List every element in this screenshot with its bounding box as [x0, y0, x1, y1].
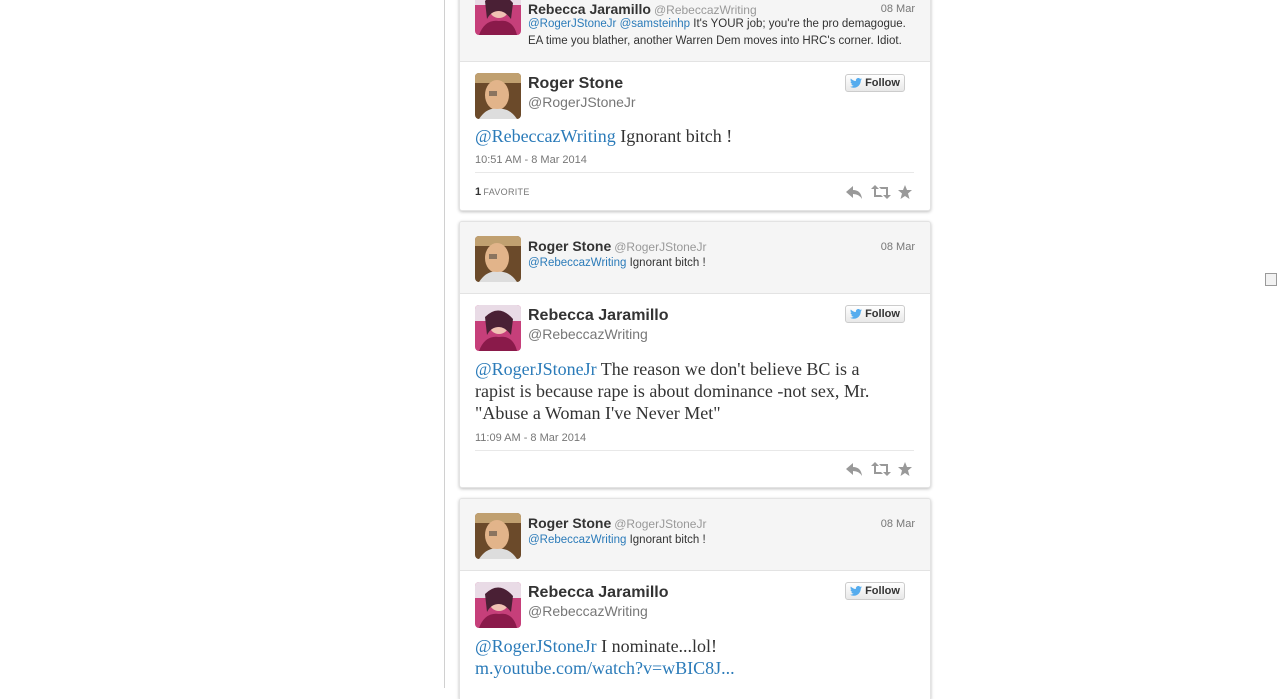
favorite-star-icon[interactable] [897, 461, 913, 482]
favorites-label: FAVORITE [483, 187, 530, 197]
avatar-roger[interactable] [475, 513, 521, 559]
page-scrollbar[interactable] [1262, 0, 1280, 688]
author-handle[interactable]: @RogerJStoneJr [614, 240, 706, 254]
favorites-count[interactable]: 1 FAVORITE [475, 186, 530, 198]
embedded-tweet-3: Roger Stone @RogerJStoneJr 08 Mar @Rebecc… [459, 498, 931, 699]
mention-link[interactable]: @RogerJStoneJr [475, 636, 597, 656]
avatar-roger[interactable] [475, 73, 521, 119]
parent-tweet-text: @RebeccazWriting Ignorant bitch ! [528, 532, 908, 549]
favorite-star-icon[interactable] [897, 184, 913, 205]
tweet-text: @RogerJStoneJr I nominate...lol! m.youtub… [475, 635, 895, 679]
follow-label: Follow [865, 585, 900, 597]
tweet-actions [845, 184, 915, 202]
embedded-tweet-2: Roger Stone @RogerJStoneJr 08 Mar @Rebecc… [459, 221, 931, 488]
twitter-bird-icon [850, 586, 863, 596]
mention-link[interactable]: @samsteinhp [620, 18, 690, 30]
parent-date[interactable]: 08 Mar [881, 241, 915, 253]
author-name[interactable]: Rebecca Jaramillo [528, 1, 651, 17]
tweet-timestamp[interactable]: 10:51 AM - 8 Mar 2014 [475, 154, 587, 166]
mention-link[interactable]: @RebeccazWriting [528, 534, 626, 546]
follow-label: Follow [865, 77, 900, 89]
twitter-bird-icon [850, 309, 863, 319]
tweet-author-handle[interactable]: @RebeccazWriting [528, 603, 648, 619]
tweet-text: @RebeccazWriting Ignorant bitch ! [475, 125, 895, 147]
mention-link[interactable]: @RebeccazWriting [528, 257, 626, 269]
author-handle[interactable]: @RebeccazWriting [654, 3, 757, 17]
parent-author-name[interactable]: Roger Stone @RogerJStoneJr [528, 515, 706, 531]
reply-icon[interactable] [845, 461, 863, 482]
follow-button[interactable]: Follow [845, 74, 905, 92]
tweet-text: Ignorant bitch ! [629, 257, 706, 269]
tweet-author-handle[interactable]: @RogerJStoneJr [528, 94, 636, 110]
parent-tweet[interactable]: Roger Stone @RogerJStoneJr 08 Mar @Rebecc… [460, 499, 930, 571]
reply-icon[interactable] [845, 184, 863, 205]
author-handle[interactable]: @RogerJStoneJr [614, 517, 706, 531]
favorites-number: 1 [475, 186, 482, 198]
parent-tweet-text: @RebeccazWriting Ignorant bitch ! [528, 255, 908, 272]
tweet-text: Ignorant bitch ! [629, 534, 706, 546]
tweet-timestamp[interactable]: 11:09 AM - 8 Mar 2014 [475, 432, 586, 444]
scrollbar-thumb[interactable] [1265, 273, 1277, 286]
tweet-author-name[interactable]: Rebecca Jaramillo [528, 307, 669, 325]
retweet-icon[interactable] [871, 184, 891, 205]
tweet-text: EA time you blather, another Warren Dem … [528, 35, 902, 47]
divider [475, 450, 914, 451]
page-left-border [444, 0, 445, 688]
parent-tweet[interactable]: Rebecca Jaramillo @RebeccazWriting 08 Mar… [460, 0, 930, 62]
retweet-icon[interactable] [871, 461, 891, 482]
tweet-text: @RogerJStoneJr The reason we don't belie… [475, 358, 895, 424]
tweet-body: Ignorant bitch ! [620, 126, 733, 146]
mention-link[interactable]: @RogerJStoneJr [528, 18, 616, 30]
tweet-author-handle[interactable]: @RebeccazWriting [528, 326, 648, 342]
parent-tweet-text: @RogerJStoneJr @samsteinhp It's YOUR job… [528, 16, 908, 50]
tweet-author-name[interactable]: Roger Stone [528, 75, 623, 93]
follow-button[interactable]: Follow [845, 305, 905, 323]
author-name[interactable]: Roger Stone [528, 515, 611, 531]
parent-tweet[interactable]: Roger Stone @RogerJStoneJr 08 Mar @Rebecc… [460, 222, 930, 294]
tweet-body: I nominate...lol! [601, 636, 718, 656]
parent-date[interactable]: 08 Mar [881, 3, 915, 15]
parent-date[interactable]: 08 Mar [881, 518, 915, 530]
divider [475, 172, 914, 173]
parent-author-name[interactable]: Roger Stone @RogerJStoneJr [528, 238, 706, 254]
tweet-text: It's YOUR job; you're the pro demagogue. [693, 18, 906, 30]
mention-link[interactable]: @RogerJStoneJr [475, 359, 597, 379]
follow-button[interactable]: Follow [845, 582, 905, 600]
twitter-bird-icon [850, 78, 863, 88]
youtube-link[interactable]: m.youtube.com/watch?v=wBIC8J... [475, 658, 735, 678]
parent-author-name[interactable]: Rebecca Jaramillo @RebeccazWriting [528, 1, 757, 17]
mention-link[interactable]: @RebeccazWriting [475, 126, 616, 146]
tweet-author-name[interactable]: Rebecca Jaramillo [528, 584, 669, 602]
avatar-rebecca[interactable] [475, 0, 521, 35]
embedded-tweet-1: Rebecca Jaramillo @RebeccazWriting 08 Mar… [459, 0, 931, 211]
avatar-rebecca[interactable] [475, 305, 521, 351]
author-name[interactable]: Roger Stone [528, 238, 611, 254]
avatar-rebecca[interactable] [475, 582, 521, 628]
follow-label: Follow [865, 308, 900, 320]
avatar-roger[interactable] [475, 236, 521, 282]
tweet-actions [845, 461, 915, 479]
